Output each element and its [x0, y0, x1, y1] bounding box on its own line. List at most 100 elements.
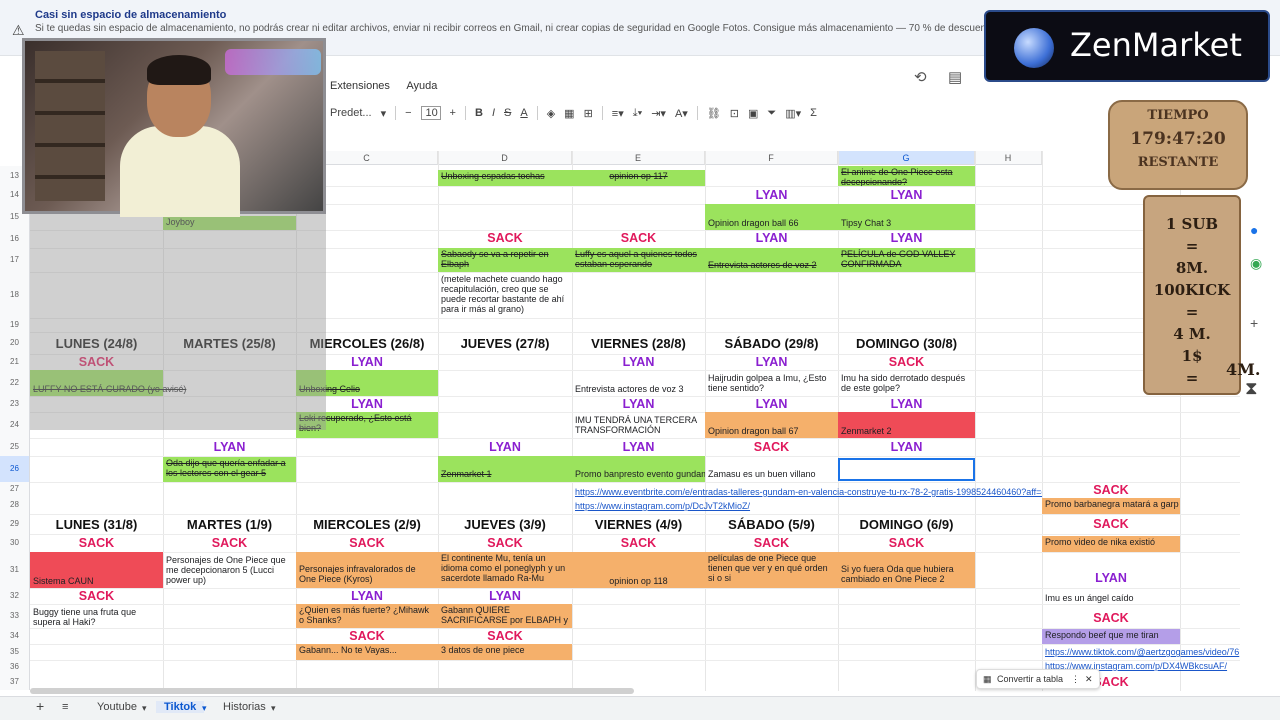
- cell-h32[interactable]: Imu es un ángel caído: [1042, 592, 1180, 604]
- align-icon[interactable]: ≡▾: [612, 107, 624, 120]
- link-cell-e27[interactable]: https://www.eventbrite.com/e/entradas-ta…: [572, 486, 1042, 498]
- fill-color-icon[interactable]: ◈: [547, 107, 555, 120]
- row-number[interactable]: 18: [0, 272, 30, 318]
- cell-d18[interactable]: (metele machete cuando hago recapitulaci…: [438, 273, 572, 318]
- row-number[interactable]: 32: [0, 588, 30, 604]
- cell-g15[interactable]: Tipsy Chat 3: [838, 204, 975, 230]
- close-icon[interactable]: ✕: [1085, 670, 1093, 688]
- valign-icon[interactable]: ⤓▾: [633, 107, 642, 120]
- cell-h30[interactable]: Promo video de nika existió: [1042, 536, 1180, 552]
- cell-e24[interactable]: IMU TENDRÁ UNA TERCERA TRANSFORMACIÓN: [572, 414, 705, 438]
- cell-a33[interactable]: Buggy tiene una fruta que supera al Haki…: [30, 606, 163, 628]
- cell-g31[interactable]: Si yo fuera Oda que hubiera cambiado en …: [838, 552, 975, 588]
- cell-e22[interactable]: Entrevista actores de voz 3: [572, 370, 705, 396]
- merge-icon[interactable]: ⊞: [584, 107, 593, 120]
- cell-e26[interactable]: Promo banpresto evento gundam: [572, 456, 705, 482]
- cell-d31[interactable]: El continente Mu, tenía un idioma como e…: [438, 552, 572, 588]
- row-number[interactable]: 34: [0, 628, 30, 644]
- row-number[interactable]: 31: [0, 552, 30, 588]
- sheet-tab-tiktok[interactable]: Tiktok: [156, 701, 205, 713]
- chevron-down-icon[interactable]: ▾: [271, 703, 276, 714]
- column-header-g[interactable]: G: [838, 151, 975, 165]
- cell-f17[interactable]: Entrevista actores de voz 2: [705, 248, 838, 272]
- cell-c35[interactable]: Gabann... No te Vayas...: [296, 644, 438, 660]
- selected-cell-g26[interactable]: [838, 458, 975, 481]
- cell-b26[interactable]: Oda dijo que quería enfadar a los lector…: [163, 457, 296, 482]
- row-number[interactable]: 36: [0, 660, 30, 674]
- cell-f31[interactable]: películas de one Piece que tienen que ve…: [705, 552, 838, 588]
- cell-d33[interactable]: Gabann QUIERE SACRIFICARSE por ELBAPH y: [438, 604, 572, 628]
- more-options-icon[interactable]: ⋮: [1071, 670, 1080, 688]
- cell-d17[interactable]: Sabaody se va a repetir en Elbaph: [438, 248, 572, 272]
- decrease-font-icon[interactable]: −: [405, 107, 411, 119]
- row-number[interactable]: 25: [0, 438, 30, 456]
- convert-to-table-chip[interactable]: ▦ Convertir a tabla ⋮ ✕: [976, 669, 1100, 689]
- chevron-down-icon[interactable]: ▾: [142, 703, 147, 714]
- strikethrough-button[interactable]: S: [504, 107, 511, 119]
- row-number[interactable]: 20: [0, 332, 30, 354]
- row-number[interactable]: 17: [0, 248, 30, 272]
- sheet-tab-youtube[interactable]: Youtube: [97, 701, 137, 713]
- link-cell-e28[interactable]: https://www.instagram.com/p/DcJvT2kMioZ/: [572, 500, 772, 512]
- cell-b31[interactable]: Personajes de One Piece que me decepcion…: [163, 554, 296, 588]
- cell-e13[interactable]: opinion op 117: [572, 170, 705, 186]
- row-number[interactable]: 29: [0, 514, 30, 534]
- convert-to-table-label[interactable]: Convertir a tabla: [997, 674, 1063, 684]
- filter-views-icon[interactable]: ▥▾: [785, 107, 801, 120]
- banner-message[interactable]: Si te quedas sin espacio de almacenamien…: [35, 23, 985, 34]
- cell-f22[interactable]: Haijrudin golpea a Imu, ¿Esto tiene sent…: [705, 372, 838, 396]
- cell-g24[interactable]: Zenmarket 2: [838, 412, 975, 438]
- bold-button[interactable]: B: [475, 107, 483, 119]
- add-addon-icon[interactable]: +: [1250, 315, 1258, 331]
- cell-e31[interactable]: opinion op 118: [572, 552, 705, 588]
- dropdown-icon[interactable]: ▾: [381, 107, 387, 120]
- rotate-icon[interactable]: A▾: [675, 107, 688, 120]
- maps-icon[interactable]: ◉: [1250, 255, 1262, 272]
- comment-icon[interactable]: ▤: [948, 68, 962, 86]
- cell-g13[interactable]: El anime de One Piece esta decepcionando…: [838, 166, 975, 186]
- cell-f15[interactable]: Opinion dragon ball 66: [705, 204, 838, 230]
- row-number[interactable]: 33: [0, 604, 30, 628]
- cell-d13[interactable]: Unboxing espadas tochas: [438, 170, 572, 186]
- cell-d35[interactable]: 3 datos de one piece: [438, 644, 572, 660]
- row-number[interactable]: 24: [0, 412, 30, 438]
- font-size-input[interactable]: 10: [420, 106, 441, 120]
- cell-f26[interactable]: Zamasu es un buen villano: [705, 456, 838, 482]
- row-number[interactable]: 23: [0, 396, 30, 412]
- cell-d26[interactable]: Zenmarket 1: [438, 456, 572, 482]
- row-number[interactable]: 16: [0, 230, 30, 248]
- horizontal-scrollbar[interactable]: [30, 688, 634, 694]
- wrap-icon[interactable]: ⇥▾: [651, 107, 666, 120]
- cell-a31[interactable]: Sistema CAUN: [30, 552, 163, 588]
- cell-h28[interactable]: Promo barbanegra matará a garp: [1042, 498, 1180, 514]
- functions-button[interactable]: Σ: [810, 107, 817, 119]
- text-color-button[interactable]: A: [520, 107, 527, 119]
- chevron-down-icon[interactable]: ▾: [202, 703, 207, 714]
- row-number[interactable]: 30: [0, 534, 30, 552]
- link-icon[interactable]: ⛓: [707, 107, 721, 120]
- cell-g17[interactable]: PELÍCULA de GOD VALLEY CONFIRMADA: [838, 248, 975, 272]
- cell-f24[interactable]: Opinion dragon ball 67: [705, 412, 838, 438]
- row-number[interactable]: 19: [0, 318, 30, 332]
- increase-font-icon[interactable]: +: [450, 107, 456, 119]
- row-number[interactable]: 28: [0, 496, 30, 514]
- italic-button[interactable]: I: [492, 107, 495, 119]
- add-sheet-icon[interactable]: +: [36, 698, 44, 714]
- row-number[interactable]: 35: [0, 644, 30, 660]
- row-number[interactable]: 27: [0, 482, 30, 496]
- column-header-h[interactable]: H: [975, 151, 1042, 165]
- column-header-f[interactable]: F: [705, 151, 838, 165]
- cell-g22[interactable]: Imu ha sido derrotado después de este go…: [838, 372, 975, 396]
- link-cell-h35[interactable]: https://www.tiktok.com/@aertzgogames/vid…: [1042, 646, 1240, 658]
- column-header-d[interactable]: D: [438, 151, 572, 165]
- row-number[interactable]: 26: [0, 456, 30, 482]
- row-number[interactable]: 21: [0, 354, 30, 370]
- contacts-icon[interactable]: ●: [1250, 222, 1258, 238]
- filter-icon[interactable]: ⏷: [767, 107, 776, 120]
- column-header-e[interactable]: E: [572, 151, 705, 165]
- cell-c33[interactable]: ¿Quien es más fuerte? ¿Mihawk o Shanks?: [296, 604, 438, 628]
- all-sheets-icon[interactable]: ≡: [62, 701, 68, 713]
- row-number[interactable]: 22: [0, 370, 30, 396]
- row-number[interactable]: 37: [0, 674, 30, 690]
- menu-help[interactable]: Ayuda: [406, 80, 437, 92]
